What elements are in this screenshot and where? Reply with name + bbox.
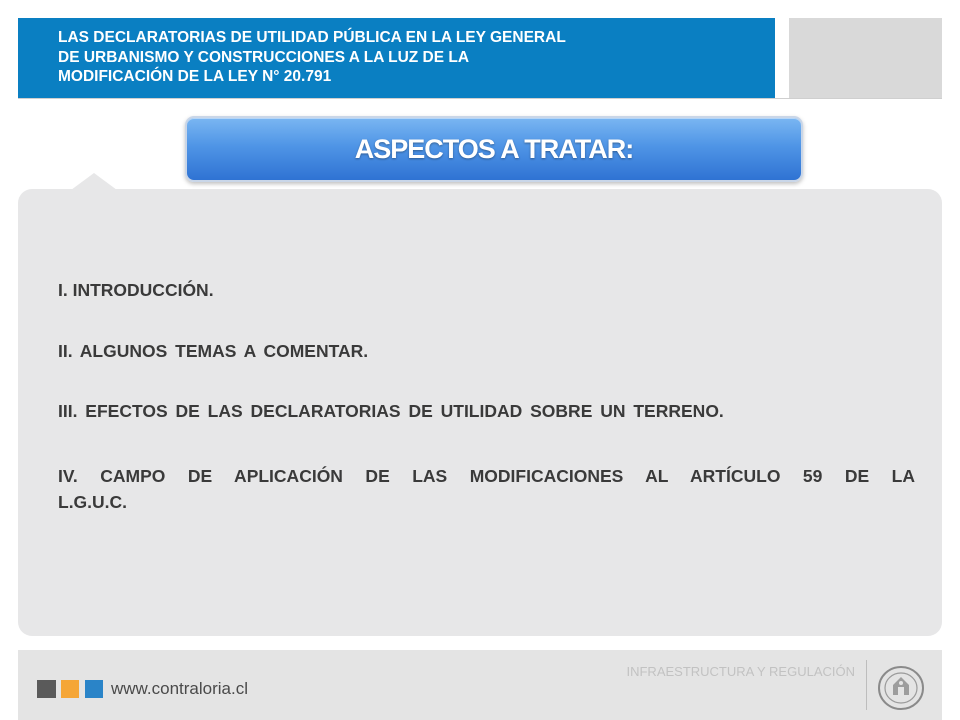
agenda-item-campo-line2: L.G.U.C. bbox=[58, 492, 128, 512]
content-panel-notch bbox=[71, 173, 117, 190]
footer-separator bbox=[866, 660, 867, 710]
footer-gray-square bbox=[37, 680, 56, 698]
contraloria-seal-icon bbox=[878, 666, 924, 710]
footer-blue-square bbox=[85, 680, 103, 698]
header-divider bbox=[18, 98, 942, 99]
agenda-item-campo-aplicacion: IV. CAMPO DE APLICACIÓN DE LAS MODIFICAC… bbox=[58, 463, 915, 515]
footer-orange-square bbox=[61, 680, 79, 698]
header-gray-block bbox=[789, 18, 942, 98]
agenda-item-temas: II. ALGUNOS TEMAS A COMENTAR. bbox=[58, 341, 369, 361]
footer-caption: INFRAESTRUCTURA Y REGULACIÓN bbox=[626, 664, 855, 679]
agenda-item-introduccion: I. INTRODUCCIÓN. bbox=[58, 280, 214, 300]
section-heading-button[interactable]: ASPECTOS A TRATAR: bbox=[185, 116, 803, 182]
header-bar: LAS DECLARATORIAS DE UTILIDAD PÚBLICA EN… bbox=[18, 18, 775, 98]
agenda-item-efectos: III. EFECTOS DE LAS DECLARATORIAS DE UTI… bbox=[58, 401, 724, 421]
presentation-title: LAS DECLARATORIAS DE UTILIDAD PÚBLICA EN… bbox=[58, 29, 566, 85]
agenda-item-campo-line1: IV. CAMPO DE APLICACIÓN DE LAS MODIFICAC… bbox=[58, 466, 915, 486]
contraloria-website-link[interactable]: www.contraloria.cl bbox=[111, 679, 248, 699]
